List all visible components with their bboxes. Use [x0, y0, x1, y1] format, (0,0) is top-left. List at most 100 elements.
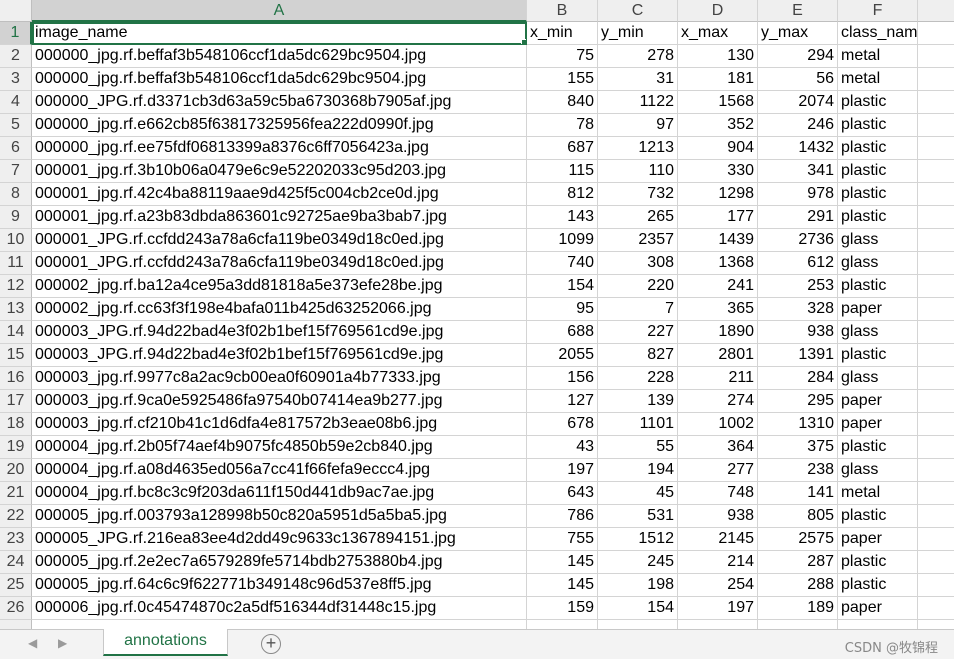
cell-empty[interactable]: [918, 206, 954, 229]
row-header[interactable]: 7: [0, 160, 32, 183]
cell-y-max[interactable]: 805: [758, 505, 838, 528]
cell-x-max[interactable]: 364: [678, 436, 758, 459]
row-header[interactable]: 23: [0, 528, 32, 551]
cell-y-min[interactable]: 245: [598, 551, 678, 574]
cell-x-max[interactable]: 365: [678, 298, 758, 321]
cell-x-min[interactable]: 740: [527, 252, 598, 275]
cell-x-min[interactable]: 155: [527, 68, 598, 91]
row-header[interactable]: 9: [0, 206, 32, 229]
cell-x-max[interactable]: 1890: [678, 321, 758, 344]
cell-empty[interactable]: [918, 597, 954, 620]
row-header[interactable]: 24: [0, 551, 32, 574]
cell-class-name[interactable]: paper: [838, 298, 918, 321]
cell[interactable]: [598, 620, 678, 629]
cell-y-max[interactable]: 246: [758, 114, 838, 137]
cell-x-max[interactable]: 241: [678, 275, 758, 298]
cell-x-max[interactable]: 1568: [678, 91, 758, 114]
cell-y-max[interactable]: 1391: [758, 344, 838, 367]
cell-empty[interactable]: [918, 45, 954, 68]
column-header-f[interactable]: F: [838, 0, 918, 22]
cell-y-min[interactable]: 2357: [598, 229, 678, 252]
cell-image-name[interactable]: 000000_JPG.rf.d3371cb3d63a59c5ba6730368b…: [32, 91, 527, 114]
cell-y-min[interactable]: 220: [598, 275, 678, 298]
cell-class-name[interactable]: metal: [838, 68, 918, 91]
row-header[interactable]: 11: [0, 252, 32, 275]
cell-class-name[interactable]: plastic: [838, 160, 918, 183]
cell-x-max[interactable]: 214: [678, 551, 758, 574]
cell-image-name[interactable]: 000001_jpg.rf.a23b83dbda863601c92725ae9b…: [32, 206, 527, 229]
cell-y-max[interactable]: 2074: [758, 91, 838, 114]
cell-x-min[interactable]: 786: [527, 505, 598, 528]
cell-x-min[interactable]: 678: [527, 413, 598, 436]
cell[interactable]: [678, 620, 758, 629]
add-sheet-button[interactable]: +: [261, 634, 281, 654]
cell-x-min[interactable]: 145: [527, 574, 598, 597]
cell-x-max[interactable]: 130: [678, 45, 758, 68]
select-all-corner[interactable]: [0, 0, 32, 22]
cell-x-min[interactable]: 95: [527, 298, 598, 321]
cell[interactable]: [918, 620, 954, 629]
row-header[interactable]: 18: [0, 413, 32, 436]
cell-x-min[interactable]: 75: [527, 45, 598, 68]
cell-empty[interactable]: [918, 574, 954, 597]
cell-class-name[interactable]: plastic: [838, 206, 918, 229]
row-header[interactable]: 13: [0, 298, 32, 321]
cell-header-class-name[interactable]: class_name: [838, 22, 918, 45]
cell-empty[interactable]: [918, 482, 954, 505]
cell-empty[interactable]: [918, 252, 954, 275]
cell-y-min[interactable]: 827: [598, 344, 678, 367]
row-header[interactable]: 8: [0, 183, 32, 206]
cell-class-name[interactable]: paper: [838, 597, 918, 620]
row-header[interactable]: 22: [0, 505, 32, 528]
cell-x-max[interactable]: 274: [678, 390, 758, 413]
cell[interactable]: [527, 620, 598, 629]
cell[interactable]: [758, 620, 838, 629]
row-header[interactable]: 10: [0, 229, 32, 252]
cell-empty[interactable]: [918, 229, 954, 252]
row-header[interactable]: 6: [0, 137, 32, 160]
cell-y-min[interactable]: 265: [598, 206, 678, 229]
cell-y-min[interactable]: 110: [598, 160, 678, 183]
cell-y-min[interactable]: 1101: [598, 413, 678, 436]
cell-x-min[interactable]: 812: [527, 183, 598, 206]
cell-x-max[interactable]: 1439: [678, 229, 758, 252]
cell-x-max[interactable]: 1298: [678, 183, 758, 206]
cell-x-min[interactable]: 687: [527, 137, 598, 160]
cell-x-min[interactable]: 145: [527, 551, 598, 574]
cell-y-max[interactable]: 288: [758, 574, 838, 597]
cell-image-name[interactable]: 000002_jpg.rf.cc63f3f198e4bafa011b425d63…: [32, 298, 527, 321]
cell-empty[interactable]: [918, 367, 954, 390]
cell-y-min[interactable]: 1213: [598, 137, 678, 160]
cell-empty[interactable]: [918, 413, 954, 436]
row-header[interactable]: 20: [0, 459, 32, 482]
cell-class-name[interactable]: plastic: [838, 551, 918, 574]
cell-y-min[interactable]: 732: [598, 183, 678, 206]
cell-y-max[interactable]: 295: [758, 390, 838, 413]
cell-image-name[interactable]: 000000_jpg.rf.beffaf3b548106ccf1da5dc629…: [32, 68, 527, 91]
cell-empty[interactable]: [918, 528, 954, 551]
cell-x-min[interactable]: 156: [527, 367, 598, 390]
cell-image-name[interactable]: 000001_JPG.rf.ccfdd243a78a6cfa119be0349d…: [32, 229, 527, 252]
row-header[interactable]: 19: [0, 436, 32, 459]
cell-y-max[interactable]: 938: [758, 321, 838, 344]
cell-x-min[interactable]: 143: [527, 206, 598, 229]
cell-empty[interactable]: [918, 275, 954, 298]
spreadsheet-grid[interactable]: A B C D E F 1 image_name x_min y_min x_m…: [0, 0, 954, 629]
cell-x-max[interactable]: 352: [678, 114, 758, 137]
cell-y-max[interactable]: 375: [758, 436, 838, 459]
cell-y-min[interactable]: 194: [598, 459, 678, 482]
sheet-tab-annotations[interactable]: annotations: [103, 629, 228, 656]
cell-class-name[interactable]: glass: [838, 321, 918, 344]
cell-empty[interactable]: [918, 91, 954, 114]
cell-y-min[interactable]: 278: [598, 45, 678, 68]
cell-class-name[interactable]: glass: [838, 229, 918, 252]
row-header[interactable]: 14: [0, 321, 32, 344]
cell-image-name[interactable]: 000001_JPG.rf.ccfdd243a78a6cfa119be0349d…: [32, 252, 527, 275]
row-header[interactable]: 21: [0, 482, 32, 505]
cell-header-x-min[interactable]: x_min: [527, 22, 598, 45]
cell-y-max[interactable]: 294: [758, 45, 838, 68]
cell[interactable]: [32, 620, 527, 629]
cell-image-name[interactable]: 000004_jpg.rf.bc8c3c9f203da611f150d441db…: [32, 482, 527, 505]
cell-y-min[interactable]: 55: [598, 436, 678, 459]
row-header[interactable]: 5: [0, 114, 32, 137]
